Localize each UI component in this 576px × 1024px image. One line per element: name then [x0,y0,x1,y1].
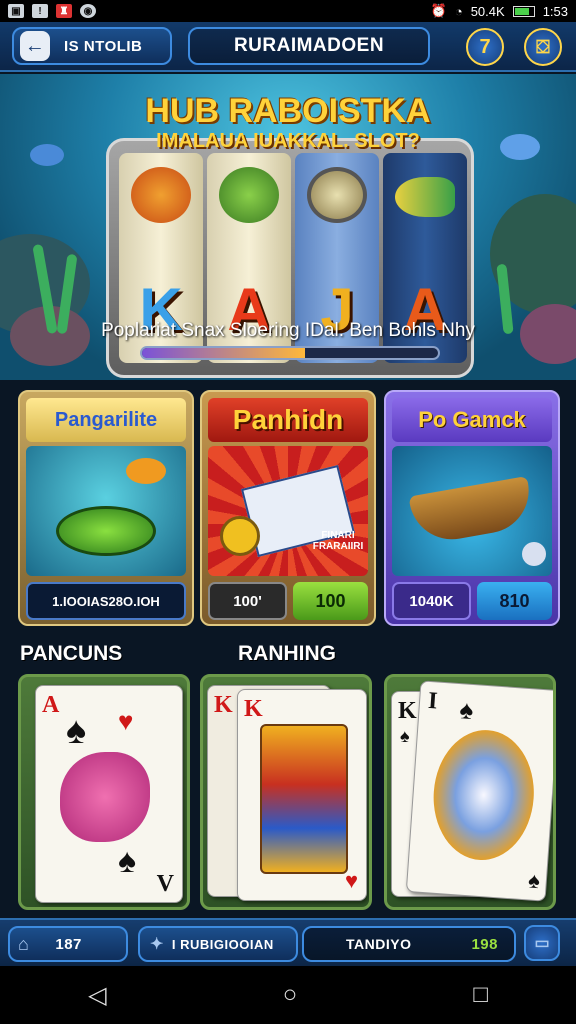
card-rank: I [427,687,439,715]
heart-icon: ♥ [118,706,134,736]
mode-card-3[interactable]: Po Gamck 1040K 810 [384,390,560,626]
mode-card-footer: 100' 100 [208,582,368,620]
heart-icon: ♥ [344,868,358,893]
mode-card-info: 1.IOOIAS28O.IOH [26,582,186,620]
mode-card-art: FINARI FRARAIIRI [208,446,368,576]
card-rank: K [214,692,233,718]
mode-card-action-button[interactable]: 810 [477,582,552,620]
alarm-icon: ⏰ [430,3,447,18]
system-nav-bar: ◁ ○ □ [0,966,576,1024]
pin-symbol [131,167,191,223]
hero-progress-fill [142,348,305,358]
section-label-middle: RANHING [238,642,336,665]
level-value: 7 [479,35,491,58]
bottom-bar: ⌂ 187 ✦ I RUBIGIOOIAN TANDIYO 198 ▭ [0,918,576,966]
spade-icon: ♠ [118,842,137,880]
card-rank: K [244,696,263,722]
swirl-art [429,726,539,864]
mode-card-info: 1040K [392,582,471,620]
back-nav-icon[interactable]: ◁ [88,981,106,1010]
score-value: 198 [471,935,498,953]
mode-card-2[interactable]: Panhidn FINARI FRARAIIRI 100' 100 [200,390,376,626]
game-icon: ♜ [56,4,72,18]
gear-icon [522,542,546,566]
fish-art [60,752,150,842]
card-deck-3[interactable]: K ♠ I ♠ ♠ [384,674,556,910]
playing-card: A ♠ ♥ ♠ V [35,685,183,903]
fish-symbol [219,167,279,223]
back-label: IS NTOLIB [64,37,143,55]
home-icon: ⌂ [18,933,30,954]
wifi-icon: ◔ [454,3,463,19]
goldfish-icon [126,458,166,484]
hero-title: HUB RABOISTKA [145,92,431,130]
hero-progress-bar [140,346,440,360]
playing-card: I ♠ ♠ [405,680,553,902]
status-network-text: 50.4K [470,3,505,19]
pedestal-art [56,506,156,556]
image-icon: ▣ [8,4,24,18]
boat-art [408,475,536,547]
spade-icon: ♠ [458,694,475,726]
home-value: 187 [55,935,82,953]
slot-machine[interactable]: K A J A [106,138,474,378]
king-art [260,724,348,874]
rank-button[interactable]: ✦ I RUBIGIOOIAN [138,926,298,962]
mode-card-info: 100' [208,582,287,620]
mode-card-action-button[interactable]: 100 [293,582,368,620]
score-label: TANDIYO [346,936,412,952]
mode-card-footer: 1040K 810 [392,582,552,620]
fish-symbol [395,177,455,217]
card-rank: K [398,698,417,724]
page-title: RURAIMADOEN [188,27,430,65]
status-bar: ▣ ! ♜ ◉ ⏰ ◔ 50.4K 1:53 [0,0,576,22]
trophy-icon: ✦ [150,936,164,953]
recents-nav-icon[interactable]: □ [473,981,488,1009]
hero-banner: K A J A HUB RABOISTKA IMALAUA IUAKKAL. S… [0,74,576,380]
playing-card: K ♥ [237,689,367,901]
mode-card-1[interactable]: Pangarilite 1.IOOIAS28O.IOH [18,390,194,626]
board-caption: FINARI FRARAIIRI [312,530,364,552]
spotify-icon: ◉ [80,4,96,18]
mode-card-title: Panhidn [208,398,368,442]
mode-card-title: Pangarilite [26,398,186,442]
home-nav-icon[interactable]: ○ [283,981,298,1009]
wheel-symbol [307,167,367,223]
mode-card-art [26,446,186,576]
status-time: 1:53 [542,3,568,19]
hero-banner-text: Poplariat Snax Sloering IDal. Ben Bohls … [101,320,475,341]
inbox-icon[interactable]: ▭ [524,925,560,961]
mode-card-footer: 1.IOOIAS28O.IOH [26,582,186,620]
score-panel: TANDIYO 198 [302,926,516,962]
hero-subtitle: IMALAUA IUAKKAL. SLOT? [156,130,420,152]
level-button[interactable]: 7 [466,28,504,66]
mode-card-art [392,446,552,576]
card-deck-1[interactable]: A ♠ ♥ ♠ V [18,674,190,910]
card-rank: V [156,871,174,897]
rank-label: I RUBIGIOOIAN [171,936,274,952]
spade-icon: ♠ [400,726,410,746]
home-button[interactable]: ⌂ 187 [8,926,128,962]
back-button[interactable]: ← IS NTOLIB [12,27,172,65]
shop-icon[interactable]: ⛋ [524,28,562,66]
battery-icon [512,5,535,17]
card-deck-2[interactable]: K K ♥ [200,674,372,910]
top-bar: ← IS NTOLIB RURAIMADOEN 7 ⛋ [0,22,576,72]
card-rank: A [42,692,60,718]
mode-card-title: Po Gamck [392,398,552,442]
section-label-left: PANCUNS [20,642,123,665]
spade-icon: ♠ [66,710,87,752]
arrow-left-icon: ← [20,31,50,61]
coin-icon [220,516,260,556]
alert-icon: ! [32,4,48,18]
spade-icon: ♠ [527,867,541,894]
